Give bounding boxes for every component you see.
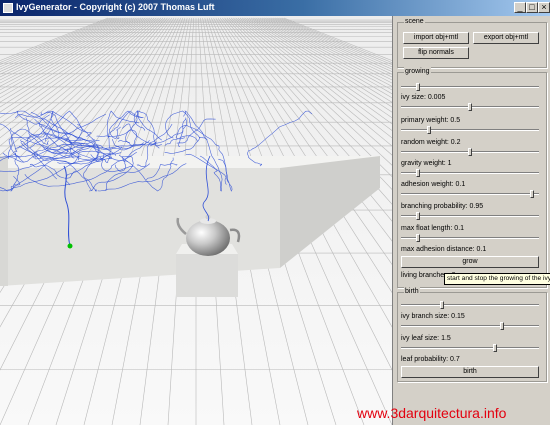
pedestal xyxy=(176,254,238,297)
leaf-probability-label: leaf probability: 0.7 xyxy=(401,356,460,363)
ivy-leaf-size-slider[interactable] xyxy=(401,344,539,352)
import-obj-button[interactable]: import obj+mtl xyxy=(403,32,469,44)
3d-viewport[interactable] xyxy=(0,16,392,425)
gravity-weight-label: gravity weight: 1 xyxy=(401,160,452,167)
minimize-button[interactable]: _ xyxy=(514,2,526,13)
primary-weight-slider[interactable] xyxy=(401,126,539,134)
growing-group-title: growing xyxy=(404,67,431,76)
primary-weight-label: primary weight: 0.5 xyxy=(401,117,461,124)
adhesion-weight-label: adhesion weight: 0.1 xyxy=(401,181,466,188)
gravity-weight-slider[interactable] xyxy=(401,169,539,177)
scene-group-title: scene xyxy=(404,17,425,26)
ivy-root-seed xyxy=(67,243,73,249)
grow-tooltip: start and stop the growing of the ivy xyxy=(444,273,550,285)
window-title: IvyGenerator - Copyright (c) 2007 Thomas… xyxy=(16,2,215,12)
title-bar[interactable]: IvyGenerator - Copyright (c) 2007 Thomas… xyxy=(0,0,550,16)
birth-button[interactable]: birth xyxy=(401,366,539,378)
app-icon xyxy=(3,3,13,13)
ivy-leaf-size-label: ivy leaf size: 1.5 xyxy=(401,335,451,342)
branching-probability-slider[interactable] xyxy=(401,212,539,220)
export-obj-button[interactable]: export obj+mtl xyxy=(473,32,539,44)
branching-probability-label: branching probability: 0.95 xyxy=(401,203,484,210)
ivy-size-slider[interactable] xyxy=(401,103,539,111)
maximize-button[interactable]: □ xyxy=(526,2,538,13)
app-window: IvyGenerator - Copyright (c) 2007 Thomas… xyxy=(0,0,550,425)
close-button[interactable]: × xyxy=(538,2,550,13)
grow-button[interactable]: grow xyxy=(401,256,539,268)
random-weight-label: random weight: 0.2 xyxy=(401,139,461,146)
watermark-text: www.3darquitectura.info xyxy=(357,405,507,421)
ivy-size-label: ivy size: 0.005 xyxy=(401,94,446,101)
scene-group: scene xyxy=(397,17,547,68)
ivy-branch-size-label: ivy branch size: 0.15 xyxy=(401,313,465,320)
birth-group-title: birth xyxy=(404,287,420,296)
birth-top-slider[interactable] xyxy=(401,301,539,309)
scene-render xyxy=(0,16,392,425)
max-float-length-label: max float length: 0.1 xyxy=(401,225,465,232)
wall-end xyxy=(0,156,8,286)
ivy-branch-size-slider[interactable] xyxy=(401,322,539,330)
growing-top-slider[interactable] xyxy=(401,83,539,91)
adhesion-weight-slider[interactable] xyxy=(401,190,539,198)
random-weight-slider[interactable] xyxy=(401,148,539,156)
max-adhesion-distance-label: max adhesion distance: 0.1 xyxy=(401,246,487,253)
max-float-length-slider[interactable] xyxy=(401,234,539,242)
flip-normals-button[interactable]: flip normals xyxy=(403,47,469,59)
control-panel: scene import obj+mtl export obj+mtl flip… xyxy=(392,16,550,425)
